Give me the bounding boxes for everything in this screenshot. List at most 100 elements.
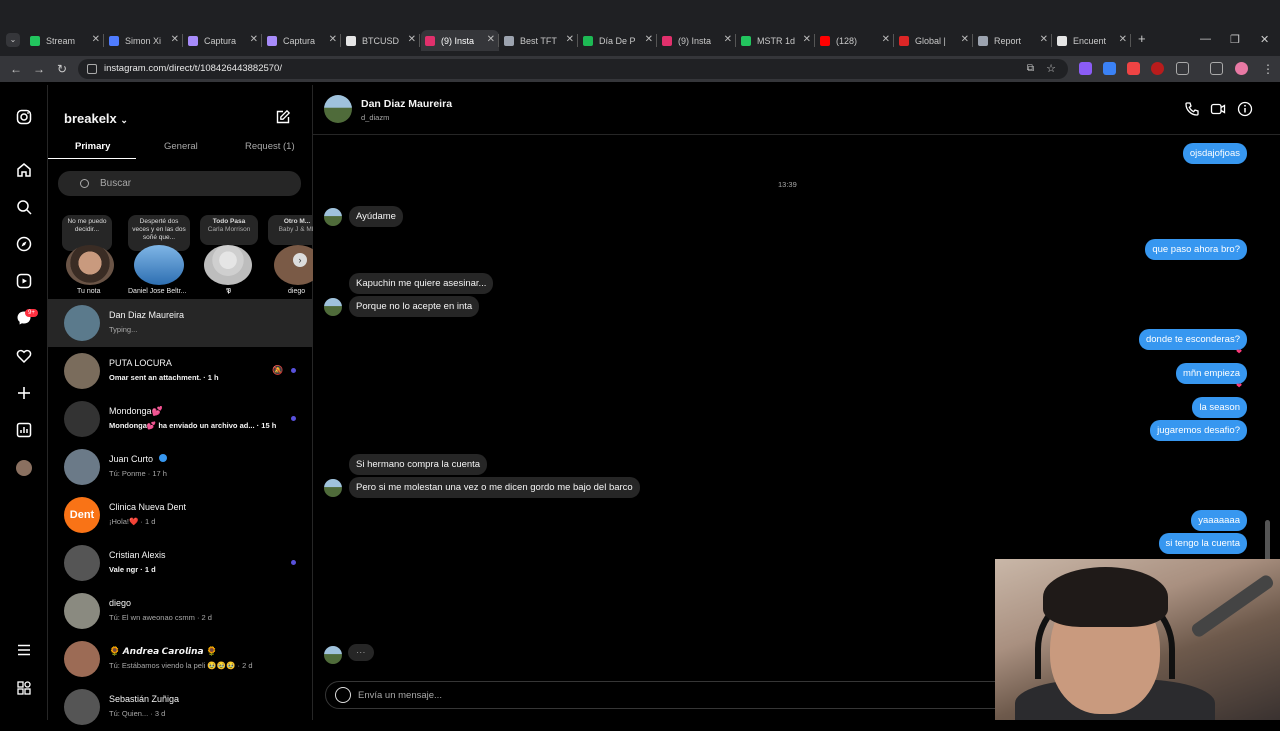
tab-requests[interactable]: Request (1) xyxy=(245,141,295,152)
browser-tab[interactable]: MSTR 1d ✕ xyxy=(737,30,815,51)
browser-tab[interactable]: (128) ✕ xyxy=(816,30,894,51)
browser-tab[interactable]: Global | ✕ xyxy=(895,30,973,51)
chat-title[interactable]: Dan Diaz Maureira xyxy=(361,98,452,110)
sent-message[interactable]: la season xyxy=(1192,397,1247,418)
sent-message[interactable]: jugaremos desafio? xyxy=(1150,420,1247,441)
info-icon[interactable] xyxy=(1237,101,1253,117)
reading-list-icon[interactable] xyxy=(1210,62,1223,75)
conversation-item[interactable]: Mondonga💕 Mondonga💕 ha enviado un archivo… xyxy=(48,395,313,443)
url-field[interactable]: instagram.com/direct/t/108426443882570/ … xyxy=(78,59,1068,79)
chat-avatar[interactable] xyxy=(324,95,352,123)
browser-tab[interactable]: Captura ✕ xyxy=(263,30,341,51)
site-info-icon[interactable] xyxy=(87,64,97,74)
sent-message[interactable]: yaaaaaaa xyxy=(1191,510,1247,531)
tab-close-icon[interactable]: ✕ xyxy=(1119,34,1127,45)
tab-close-icon[interactable]: ✕ xyxy=(882,34,890,45)
menu-hamburger-icon[interactable] xyxy=(14,640,34,660)
profile-avatar-icon[interactable] xyxy=(1235,62,1248,75)
browser-tab[interactable]: (9) Insta ✕ xyxy=(421,30,499,51)
sent-message[interactable]: si tengo la cuenta xyxy=(1158,533,1247,554)
bookmark-star-icon[interactable]: ☆ xyxy=(1046,59,1056,79)
install-app-icon[interactable]: ⧉ xyxy=(1027,59,1034,79)
tab-favicon-icon xyxy=(267,35,277,46)
extension-1-icon[interactable] xyxy=(1079,62,1092,75)
browser-menu-icon[interactable]: ⋮ xyxy=(1262,62,1274,76)
received-message[interactable]: Porque no lo acepte en inta xyxy=(349,296,480,317)
sent-message[interactable]: que paso ahora bro? xyxy=(1145,239,1247,260)
extensions-puzzle-icon[interactable] xyxy=(1176,62,1189,75)
tab-close-icon[interactable]: ✕ xyxy=(250,34,258,45)
tab-close-icon[interactable]: ✕ xyxy=(408,34,416,45)
search-input[interactable]: Buscar xyxy=(58,171,301,196)
conversation-item[interactable]: Juan Curto Tú: Ponme · 17 h xyxy=(48,443,313,491)
browser-tab[interactable]: (9) Insta ✕ xyxy=(658,30,736,51)
phone-call-icon[interactable] xyxy=(1184,101,1200,117)
compose-message-icon[interactable] xyxy=(275,109,291,125)
notifications-heart-icon[interactable] xyxy=(14,346,34,366)
explore-compass-icon[interactable] xyxy=(14,234,34,254)
video-call-icon[interactable] xyxy=(1210,101,1226,117)
browser-tab[interactable]: Encuent ✕ xyxy=(1053,30,1131,51)
maximize-button[interactable]: ❐ xyxy=(1230,33,1240,46)
tab-close-icon[interactable]: ✕ xyxy=(1040,34,1048,45)
close-window-button[interactable]: ✕ xyxy=(1260,33,1269,46)
tab-primary[interactable]: Primary xyxy=(75,141,110,152)
tab-close-icon[interactable]: ✕ xyxy=(487,34,495,45)
tab-separator xyxy=(656,34,657,47)
sent-message[interactable]: ojsdajofjoas xyxy=(1182,143,1247,164)
chat-scrollbar[interactable] xyxy=(1265,135,1271,565)
back-icon[interactable]: ← xyxy=(10,62,22,76)
conversation-item[interactable]: Sebastián Zuñiga Tú: Quien... · 3 d xyxy=(48,683,313,731)
minimize-button[interactable]: — xyxy=(1200,33,1211,45)
forward-icon[interactable]: → xyxy=(33,62,45,76)
create-plus-icon[interactable] xyxy=(14,383,34,403)
home-icon[interactable] xyxy=(14,160,34,180)
browser-tab[interactable]: Stream ✕ xyxy=(26,30,104,51)
browser-tab[interactable]: Captura ✕ xyxy=(184,30,262,51)
tab-general[interactable]: General xyxy=(164,141,198,152)
browser-tab[interactable]: Simon Xi ✕ xyxy=(105,30,183,51)
conversation-item[interactable]: 🌻 𝘼𝙣𝙙𝙧𝙚𝙖 𝘾𝙖𝙧𝙤𝙡𝙞𝙣𝙖 🌻 Tú: Estábamos viendo … xyxy=(48,635,313,683)
received-message[interactable]: Kapuchin me quiere asesinar... xyxy=(349,273,494,294)
tab-close-icon[interactable]: ✕ xyxy=(171,34,179,45)
sent-message[interactable]: mñn empieza xyxy=(1175,363,1247,384)
tab-close-icon[interactable]: ✕ xyxy=(961,34,969,45)
reels-icon[interactable] xyxy=(14,271,34,291)
browser-tab[interactable]: Best TFT ✕ xyxy=(500,30,578,51)
tab-close-icon[interactable]: ✕ xyxy=(92,34,100,45)
search-icon[interactable] xyxy=(14,197,34,217)
message-input[interactable] xyxy=(358,686,958,704)
conversation-item[interactable]: Cristian Alexis Vale ngr · 1 d xyxy=(48,539,313,587)
tab-close-icon[interactable]: ✕ xyxy=(566,34,574,45)
tab-close-icon[interactable]: ✕ xyxy=(803,34,811,45)
dashboard-icon[interactable] xyxy=(14,420,34,440)
heart-reaction-icon[interactable]: ❤ xyxy=(1236,382,1242,390)
conversation-item[interactable]: Dan Diaz Maureira Typing... xyxy=(48,299,313,347)
conversation-item[interactable]: Dent Clinica Nueva Dent ¡Hola!❤️ · 1 d xyxy=(48,491,313,539)
browser-tab[interactable]: Report ✕ xyxy=(974,30,1052,51)
instagram-logo-icon[interactable] xyxy=(14,107,34,127)
extension-4-icon[interactable] xyxy=(1151,62,1164,75)
tab-close-icon[interactable]: ✕ xyxy=(645,34,653,45)
account-switcher[interactable]: breakelx ⌄ xyxy=(64,111,128,126)
browser-tab[interactable]: BTCUSD ✕ xyxy=(342,30,420,51)
profile-avatar[interactable] xyxy=(14,458,34,478)
new-tab-button[interactable]: + xyxy=(1138,31,1146,46)
received-message[interactable]: Ayúdame xyxy=(349,206,403,227)
reload-icon[interactable]: ↻ xyxy=(57,62,67,76)
extension-3-icon[interactable] xyxy=(1127,62,1140,75)
received-message[interactable]: Si hermano compra la cuenta xyxy=(349,454,488,475)
emoji-icon[interactable] xyxy=(335,687,351,703)
meta-apps-icon[interactable] xyxy=(14,678,34,698)
chevron-right-icon[interactable]: › xyxy=(293,253,307,267)
conversation-item[interactable]: PUTA LOCURA Omar sent an attachment. · 1 … xyxy=(48,347,313,395)
tab-close-icon[interactable]: ✕ xyxy=(724,34,732,45)
browser-tab[interactable]: Día De P ✕ xyxy=(579,30,657,51)
received-message[interactable]: Pero si me molestan una vez o me dicen g… xyxy=(349,477,640,498)
extension-2-icon[interactable] xyxy=(1103,62,1116,75)
tab-close-icon[interactable]: ✕ xyxy=(329,34,337,45)
note-bubble: Otro M... Baby J & ML xyxy=(268,215,313,245)
heart-reaction-icon[interactable]: ❤ xyxy=(1236,348,1242,356)
conversation-item[interactable]: diego Tú: El wn aweonao csmm · 2 d xyxy=(48,587,313,635)
sent-message[interactable]: donde te esconderas? xyxy=(1138,329,1247,350)
